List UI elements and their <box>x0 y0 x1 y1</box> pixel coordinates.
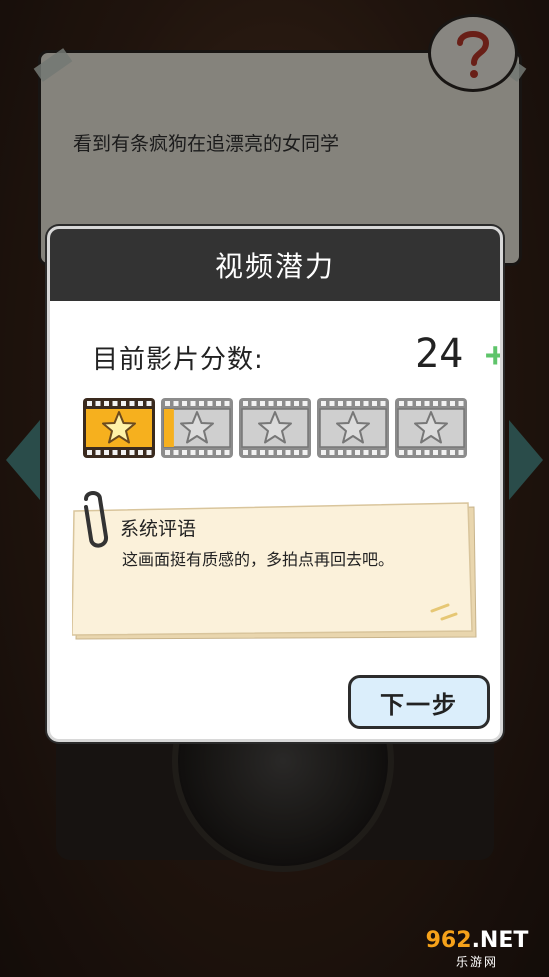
score-delta: +0 <box>485 335 500 375</box>
video-potential-dialog: 视频潜力 目前影片分数: 24 +0 系统评语 这画面挺有质感的，多拍点再回去吧… <box>47 226 503 742</box>
film-star-cell <box>161 398 233 458</box>
paperclip-icon <box>84 491 108 548</box>
score-label: 目前影片分数: <box>92 345 264 375</box>
film-star-cell <box>239 398 311 458</box>
comment-title: 系统评语 <box>120 518 197 540</box>
next-step-button[interactable]: 下一步 <box>348 675 490 729</box>
watermark-logo-number: 962 <box>425 928 472 953</box>
dialog-title: 视频潜力 <box>50 229 500 301</box>
watermark-logo-net: .NET <box>471 928 529 953</box>
rating-film-strip <box>82 397 468 459</box>
film-star-cell <box>317 398 389 458</box>
score-row: 目前影片分数: 24 +0 <box>90 331 500 381</box>
score-value: 24 <box>415 331 464 377</box>
watermark-logo: 962.NET <box>426 928 529 953</box>
site-watermark: 962.NET 乐游网 <box>408 924 546 974</box>
film-star-cell <box>83 398 155 458</box>
film-star-cell <box>395 398 467 458</box>
comment-body: 这画面挺有质感的，多拍点再回去吧。 <box>122 550 395 569</box>
watermark-subtitle: 乐游网 <box>455 955 498 969</box>
